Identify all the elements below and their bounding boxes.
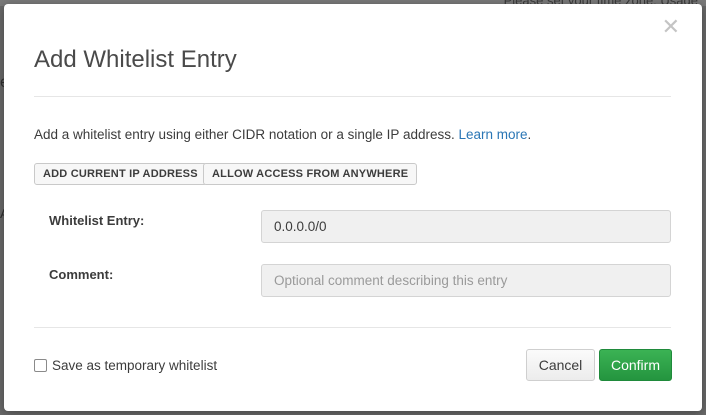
- comment-label: Comment:: [49, 267, 114, 282]
- header-divider: [34, 96, 671, 97]
- allow-access-anywhere-button[interactable]: ALLOW ACCESS FROM ANYWHERE: [203, 163, 418, 185]
- footer-divider: [34, 327, 671, 328]
- description-text: Add a whitelist entry using either CIDR …: [34, 127, 455, 142]
- temporary-whitelist-label: Save as temporary whitelist: [52, 358, 218, 373]
- learn-more-link[interactable]: Learn more: [459, 127, 528, 142]
- cancel-label: Cancel: [538, 357, 583, 373]
- dialog-description: Add a whitelist entry using either CIDR …: [34, 127, 531, 142]
- whitelist-entry-label: Whitelist Entry:: [49, 213, 145, 228]
- close-icon[interactable]: ✕: [662, 17, 680, 39]
- allow-access-anywhere-label: ALLOW ACCESS FROM ANYWHERE: [212, 168, 409, 180]
- comment-input[interactable]: [261, 264, 671, 297]
- dialog-title: Add Whitelist Entry: [34, 46, 237, 73]
- temporary-whitelist-option[interactable]: Save as temporary whitelist: [34, 358, 217, 373]
- confirm-button[interactable]: Confirm: [599, 349, 672, 381]
- add-whitelist-dialog: ✕ Add Whitelist Entry Add a whitelist en…: [4, 4, 702, 411]
- confirm-label: Confirm: [610, 357, 660, 373]
- description-period: .: [527, 127, 532, 142]
- add-current-ip-label: ADD CURRENT IP ADDRESS: [43, 168, 198, 180]
- whitelist-entry-input[interactable]: [261, 210, 671, 243]
- cancel-button[interactable]: Cancel: [526, 349, 595, 381]
- temporary-whitelist-checkbox[interactable]: [34, 359, 47, 372]
- add-current-ip-button[interactable]: ADD CURRENT IP ADDRESS: [34, 163, 207, 185]
